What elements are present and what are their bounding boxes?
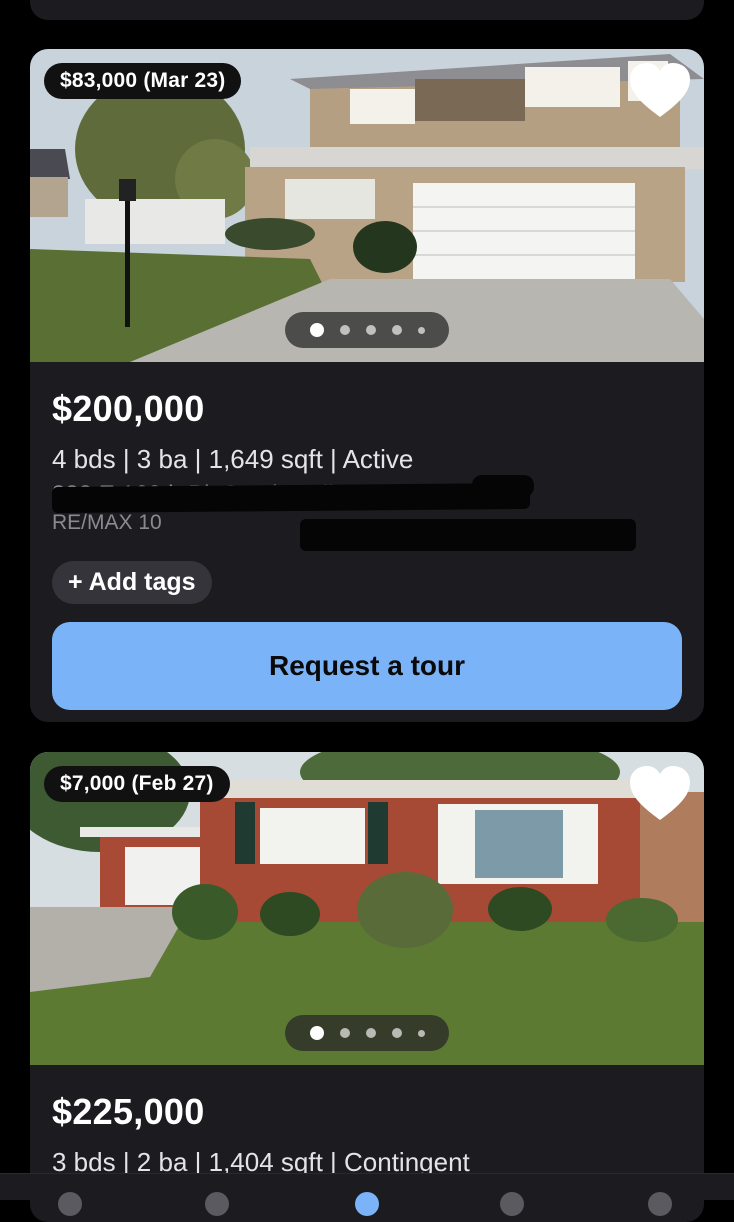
pager-dot[interactable]: [339, 325, 350, 335]
redaction-mark: [472, 475, 534, 497]
pager-dot[interactable]: [391, 1028, 402, 1038]
redaction-mark: [51, 482, 531, 514]
pager-dot[interactable]: [365, 325, 376, 335]
favorites-tab-icon[interactable]: [355, 1192, 379, 1216]
listing-price: $225,000: [52, 1091, 205, 1132]
photo-pager[interactable]: [285, 1015, 449, 1051]
redaction-mark: [300, 519, 636, 551]
bottom-tab-bar: [0, 1173, 734, 1216]
listing-price: $200,000: [52, 388, 205, 429]
photo-pager[interactable]: [285, 312, 449, 348]
search-tab-icon[interactable]: [58, 1192, 82, 1216]
add-tags-button[interactable]: + Add tags: [52, 561, 212, 604]
price-change-badge: $83,000 (Mar 23): [44, 63, 242, 99]
price-change-badge: $7,000 (Feb 27): [44, 766, 230, 802]
pager-dot[interactable]: [309, 323, 324, 337]
request-tour-button[interactable]: Request a tour: [52, 622, 682, 710]
pager-dot[interactable]: [339, 1028, 350, 1038]
pager-dot[interactable]: [391, 325, 402, 335]
listing-broker: RE/MAX 10: [52, 511, 162, 534]
pager-dot[interactable]: [417, 1029, 425, 1037]
heart-icon[interactable]: [628, 61, 692, 121]
messages-tab-icon[interactable]: [500, 1192, 524, 1216]
listing-card[interactable]: $83,000 (Mar 23) $200,000 4 bds | 3 ba |…: [30, 49, 704, 722]
listing-photo[interactable]: $83,000 (Mar 23): [30, 49, 704, 362]
account-tab-icon[interactable]: [648, 1192, 672, 1216]
listing-specs: 4 bds | 3 ba | 1,649 sqft | Active: [52, 444, 414, 474]
heart-icon[interactable]: [628, 764, 692, 824]
listing-card-previous[interactable]: [30, 0, 704, 20]
listing-photo[interactable]: $7,000 (Feb 27): [30, 752, 704, 1065]
pager-dot[interactable]: [417, 326, 425, 334]
pager-dot[interactable]: [365, 1028, 376, 1038]
updates-tab-icon[interactable]: [205, 1192, 229, 1216]
listing-card[interactable]: $7,000 (Feb 27) $225,000 3 bds | 2 ba | …: [30, 752, 704, 1222]
pager-dot[interactable]: [309, 1026, 324, 1040]
